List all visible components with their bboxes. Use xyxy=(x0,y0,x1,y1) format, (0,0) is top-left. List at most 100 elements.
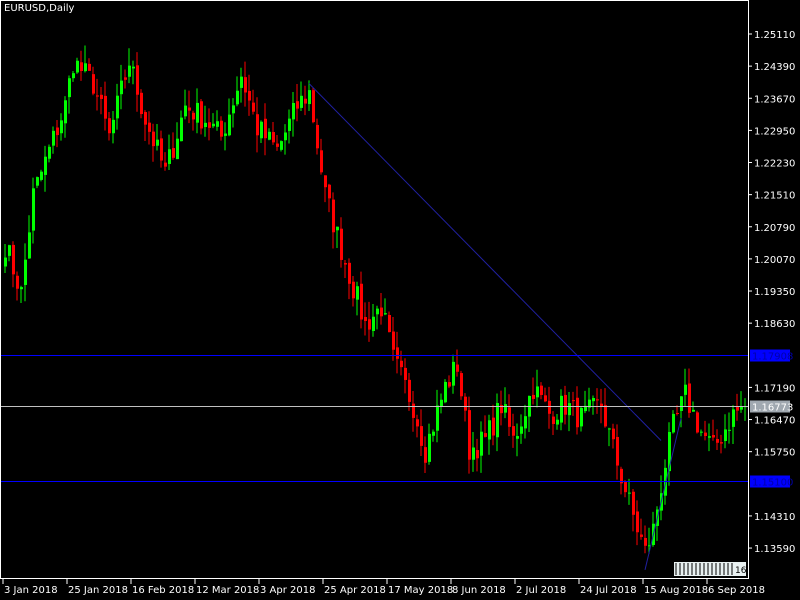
candle-body xyxy=(80,62,83,71)
candle xyxy=(548,387,551,429)
candle-body xyxy=(300,96,303,108)
candle-body xyxy=(440,400,443,406)
candle-body xyxy=(388,315,391,332)
candle-body xyxy=(616,437,619,466)
candle xyxy=(316,119,319,155)
candle-body xyxy=(304,99,307,104)
candle xyxy=(324,175,327,202)
candle-body xyxy=(44,157,47,175)
candle xyxy=(248,75,251,116)
candle-body xyxy=(372,317,375,331)
candle-body xyxy=(344,263,347,264)
candle xyxy=(624,480,627,497)
price-chart[interactable]: 16 1.251101.243901.236701.229501.222301.… xyxy=(0,0,800,600)
candle xyxy=(232,98,235,127)
time-tick-label: 3 Jan 2018 xyxy=(4,585,58,596)
candle xyxy=(376,306,379,330)
candle xyxy=(176,122,179,159)
candle-body xyxy=(480,432,483,456)
candle-body xyxy=(608,428,611,429)
candle xyxy=(428,424,431,465)
candle-body xyxy=(228,115,231,136)
candle xyxy=(396,332,399,373)
candle xyxy=(436,390,439,442)
candle-body xyxy=(112,120,115,133)
candle-body xyxy=(292,103,295,119)
candle xyxy=(212,113,215,128)
candle xyxy=(572,392,575,416)
candle xyxy=(276,135,279,151)
candle-body xyxy=(272,132,275,142)
candle xyxy=(388,312,391,333)
candle xyxy=(496,393,499,451)
candle xyxy=(424,436,427,473)
time-tick-label: 15 Aug 2018 xyxy=(644,585,708,596)
candle xyxy=(152,124,155,162)
candle-body xyxy=(688,383,691,412)
candle-body xyxy=(544,395,547,401)
candle xyxy=(728,412,731,443)
candle-body xyxy=(284,132,287,140)
candle xyxy=(588,388,591,412)
candle-body xyxy=(276,144,279,147)
candle-body xyxy=(148,123,151,132)
price-tick-label: 1.17190 xyxy=(754,383,795,394)
candle xyxy=(156,124,159,150)
time-tick-label: 12 Mar 2018 xyxy=(196,585,259,596)
candle xyxy=(52,126,55,153)
candle xyxy=(120,65,123,109)
candle-body xyxy=(572,400,575,401)
candle xyxy=(240,68,243,103)
price-axis[interactable]: 1.251101.243901.236701.229501.222301.215… xyxy=(748,30,795,555)
candle xyxy=(528,396,531,432)
candle xyxy=(580,407,583,432)
candle xyxy=(612,424,615,449)
candle-body xyxy=(200,101,203,128)
candle xyxy=(384,298,387,315)
candle xyxy=(740,391,743,413)
candle xyxy=(136,52,139,112)
candle xyxy=(716,429,719,450)
candle-body xyxy=(632,492,635,515)
candle-body xyxy=(108,118,111,133)
candle-body xyxy=(696,412,699,432)
candle-body xyxy=(508,407,511,427)
candle xyxy=(332,192,335,248)
candle xyxy=(68,76,71,114)
candle xyxy=(360,272,363,329)
candle-body xyxy=(188,108,191,111)
candle-body xyxy=(236,91,239,105)
candle-body xyxy=(576,398,579,427)
candle-body xyxy=(224,134,227,136)
candle-body xyxy=(160,138,163,160)
candle-body xyxy=(248,91,251,101)
candle xyxy=(44,146,47,192)
candle-body xyxy=(484,433,487,437)
candle xyxy=(96,79,99,111)
chart-title: EURUSD,Daily xyxy=(4,3,74,14)
candle xyxy=(88,58,91,71)
candle xyxy=(216,110,219,131)
candle xyxy=(476,439,479,472)
candle-body xyxy=(76,61,79,73)
time-tick-label: 8 Jun 2018 xyxy=(452,585,506,596)
candle xyxy=(420,409,423,456)
candle xyxy=(252,90,255,115)
candle-body xyxy=(356,286,359,299)
candle-body xyxy=(268,132,271,140)
candle-body xyxy=(132,67,135,69)
time-axis[interactable]: 3 Jan 201825 Jan 201816 Feb 201812 Mar 2… xyxy=(3,579,765,596)
candle-body xyxy=(168,149,171,164)
candle xyxy=(304,86,307,115)
horizontal-line-label: 1.17908 xyxy=(752,352,793,363)
candle xyxy=(284,124,287,155)
candle xyxy=(312,88,315,123)
candle-body xyxy=(524,416,527,428)
candle-body xyxy=(128,66,131,77)
candle xyxy=(104,82,107,131)
price-tick-label: 1.16470 xyxy=(754,416,795,427)
candle xyxy=(12,241,15,287)
price-tick-label: 1.14310 xyxy=(754,512,795,523)
candle xyxy=(348,258,351,299)
candle-body xyxy=(84,63,87,71)
